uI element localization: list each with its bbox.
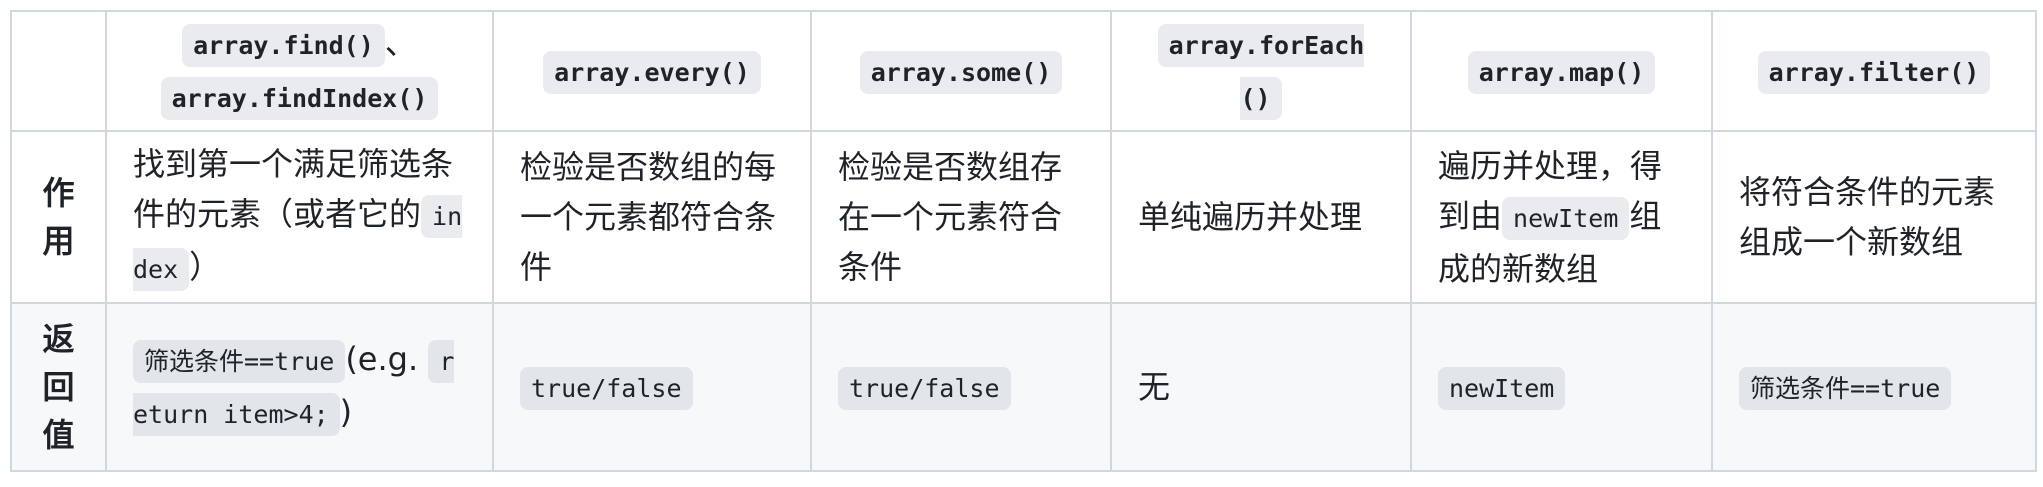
purpose-label-char-2: 用 — [42, 222, 75, 260]
purpose-row: 作 用 找到第一个满足筛选条件的元素（或者它的 index） 检验是否数组的每一个… — [10, 130, 2037, 304]
return-row-label: 返 回 值 — [10, 302, 107, 472]
return-filter-code: 筛选条件==true — [1739, 366, 1952, 410]
return-some-code: true/false — [838, 366, 1011, 410]
purpose-map-code: newItem — [1502, 196, 1630, 240]
header-foreach: array.forEach() — [1110, 10, 1412, 132]
return-row: 返 回 值 筛选条件==true (e.g. return item>4;) tr… — [10, 302, 2037, 472]
return-find-text: (e.g. — [345, 340, 429, 378]
header-row: array.find()、 array.findIndex() array.ev… — [10, 10, 2037, 132]
header-find-code: array.find() — [182, 24, 385, 67]
header-findindex-code: array.findIndex() — [160, 77, 439, 120]
return-every: true/false — [492, 302, 812, 472]
return-filter: 筛选条件==true — [1711, 302, 2037, 472]
comparison-table-wrapper: array.find()、 array.findIndex() array.ev… — [10, 10, 2037, 472]
header-map-code: array.map() — [1467, 50, 1656, 94]
header-some-code: array.some() — [859, 50, 1063, 94]
return-label-char-1: 返 — [42, 320, 75, 358]
return-label-char-3: 值 — [42, 416, 75, 454]
header-find: array.find()、 array.findIndex() — [105, 10, 494, 132]
array-methods-comparison-table: array.find()、 array.findIndex() array.ev… — [10, 10, 2037, 472]
header-every-code: array.every() — [543, 50, 761, 94]
purpose-label-char-1: 作 — [42, 174, 75, 212]
purpose-find: 找到第一个满足筛选条件的元素（或者它的 index） — [105, 130, 494, 304]
return-map: newItem — [1410, 302, 1713, 472]
corner-cell — [10, 10, 107, 132]
return-find-close: ) — [339, 393, 353, 431]
return-label-char-2: 回 — [42, 368, 75, 406]
purpose-map: 遍历并处理，得到由 newItem 组成的新数组 — [1410, 130, 1713, 304]
purpose-find-text: 找到第一个满足筛选条件的元素（或者它的 — [133, 145, 454, 233]
header-find-separator: 、 — [384, 24, 417, 62]
header-filter-code: array.filter() — [1757, 50, 1991, 94]
purpose-row-label: 作 用 — [10, 130, 107, 304]
header-foreach-code: array.forEach() — [1157, 24, 1365, 120]
purpose-every: 检验是否数组的每一个元素都符合条件 — [492, 130, 812, 304]
return-some: true/false — [810, 302, 1112, 472]
header-map: array.map() — [1410, 10, 1713, 132]
return-map-code: newItem — [1438, 366, 1566, 410]
purpose-foreach: 单纯遍历并处理 — [1110, 130, 1412, 304]
return-find-code-1: 筛选条件==true — [133, 340, 346, 383]
header-some: array.some() — [810, 10, 1112, 132]
purpose-find-close: ） — [189, 248, 222, 286]
header-every: array.every() — [492, 10, 812, 132]
purpose-some: 检验是否数组存在一个元素符合条件 — [810, 130, 1112, 304]
header-filter: array.filter() — [1711, 10, 2037, 132]
return-every-code: true/false — [520, 366, 693, 410]
return-find: 筛选条件==true (e.g. return item>4;) — [105, 302, 494, 472]
purpose-filter: 将符合条件的元素组成一个新数组 — [1711, 130, 2037, 304]
return-foreach: 无 — [1110, 302, 1412, 472]
